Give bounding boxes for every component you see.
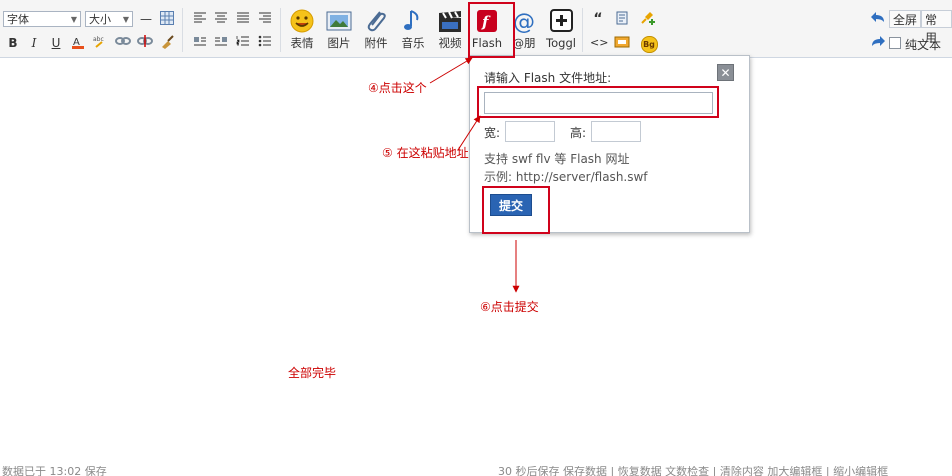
attachment-button[interactable]: 附件 bbox=[357, 8, 395, 54]
paperclip-icon bbox=[367, 11, 386, 32]
unlink-icon[interactable] bbox=[137, 35, 153, 51]
smiley-icon bbox=[290, 9, 314, 33]
video-button[interactable]: 视频 bbox=[431, 8, 469, 54]
hide-content-icon[interactable] bbox=[614, 35, 630, 51]
flash-button-highlight bbox=[468, 2, 515, 58]
url-input-highlight bbox=[477, 86, 719, 118]
fullscreen-button[interactable]: 全屏 bbox=[889, 10, 922, 28]
common-mode-button[interactable]: 常用 bbox=[921, 10, 952, 45]
bg-badge: Bg bbox=[640, 36, 658, 53]
float-right-icon[interactable] bbox=[213, 35, 229, 51]
toolbar-separator bbox=[280, 8, 281, 52]
example-hint: 示例: http://server/flash.swf bbox=[484, 170, 648, 184]
submit-highlight bbox=[482, 186, 550, 234]
code-button[interactable]: <> bbox=[590, 35, 608, 51]
height-label: 高: bbox=[570, 126, 587, 140]
plus-box-icon bbox=[550, 9, 573, 32]
music-button-label: 音乐 bbox=[401, 36, 425, 50]
spellcheck-icon[interactable]: abc bbox=[93, 35, 109, 51]
horizontal-rule-icon[interactable]: — bbox=[138, 11, 154, 27]
font-family-select[interactable]: 字体 ▼ bbox=[3, 11, 81, 27]
chevron-down-icon: ▼ bbox=[122, 15, 129, 24]
align-justify-icon[interactable] bbox=[235, 11, 251, 27]
plain-text-checkbox[interactable] bbox=[889, 37, 901, 49]
undo-icon[interactable] bbox=[870, 11, 886, 27]
quote-button[interactable]: “ bbox=[590, 11, 606, 27]
float-left-icon[interactable] bbox=[192, 35, 208, 51]
dialog-title: 请输入 Flash 文件地址: bbox=[484, 71, 612, 85]
user-add-icon[interactable] bbox=[640, 11, 656, 27]
image-button-label: 图片 bbox=[327, 36, 351, 50]
done-annotation: 全部完毕 bbox=[288, 366, 337, 380]
link-icon[interactable] bbox=[115, 35, 131, 51]
table-icon[interactable] bbox=[159, 11, 175, 27]
background-color-button[interactable]: Bg bbox=[640, 35, 658, 53]
music-note-icon bbox=[404, 10, 419, 30]
width-input[interactable] bbox=[505, 121, 555, 142]
height-input[interactable] bbox=[591, 121, 641, 142]
status-actions[interactable]: 30 秒后保存 保存数据 | 恢复数据 文数检查 | 清除内容 加大编辑框 | … bbox=[498, 466, 888, 476]
align-center-icon[interactable] bbox=[213, 11, 229, 27]
chevron-down-icon: ▼ bbox=[70, 15, 77, 24]
toolbar-separator bbox=[582, 8, 583, 52]
align-right-icon[interactable] bbox=[257, 11, 273, 27]
font-color-icon[interactable]: A bbox=[70, 35, 86, 51]
bold-button[interactable]: B bbox=[5, 35, 21, 51]
image-icon bbox=[326, 11, 352, 31]
emoji-button[interactable]: 表情 bbox=[283, 8, 321, 54]
toolbar-separator bbox=[182, 8, 183, 52]
size-select-value: 大小 bbox=[89, 13, 111, 26]
editor-status-bar: 数据已于 13:02 保存 30 秒后保存 保存数据 | 恢复数据 文数检查 |… bbox=[0, 466, 952, 476]
autosave-status: 数据已于 13:02 保存 bbox=[2, 466, 107, 476]
close-icon[interactable]: ✕ bbox=[717, 64, 734, 81]
eraser-brush-icon[interactable] bbox=[160, 35, 176, 51]
toggle-button[interactable]: Toggl bbox=[542, 8, 580, 54]
step5-annotation: ⑤ 在这粘贴地址 bbox=[382, 146, 469, 160]
italic-button[interactable]: I bbox=[26, 35, 42, 51]
plain-text-label: 纯文本 bbox=[905, 38, 942, 52]
underline-button[interactable]: U bbox=[48, 35, 64, 51]
width-label: 宽: bbox=[484, 126, 501, 140]
align-left-icon[interactable] bbox=[192, 11, 208, 27]
svg-text:abc: abc bbox=[93, 36, 104, 43]
music-button[interactable]: 音乐 bbox=[394, 8, 432, 54]
step6-annotation: ⑥点击提交 bbox=[480, 300, 539, 314]
redo-icon[interactable] bbox=[870, 35, 886, 51]
step4-annotation: ④点击这个 bbox=[368, 81, 427, 95]
font-select-value: 字体 bbox=[7, 13, 29, 26]
image-button[interactable]: 图片 bbox=[320, 8, 358, 54]
unordered-list-icon[interactable] bbox=[257, 35, 273, 51]
svg-text:@: @ bbox=[513, 10, 535, 34]
free-icon[interactable] bbox=[614, 11, 630, 27]
support-hint: 支持 swf flv 等 Flash 网址 bbox=[484, 152, 630, 166]
toggle-button-label: Toggl bbox=[546, 36, 576, 50]
ordered-list-icon[interactable] bbox=[235, 35, 251, 51]
video-button-label: 视频 bbox=[438, 36, 462, 50]
attachment-button-label: 附件 bbox=[364, 36, 388, 50]
font-size-select[interactable]: 大小 ▼ bbox=[85, 11, 133, 27]
clapperboard-icon bbox=[439, 11, 461, 32]
emoji-button-label: 表情 bbox=[290, 36, 314, 50]
